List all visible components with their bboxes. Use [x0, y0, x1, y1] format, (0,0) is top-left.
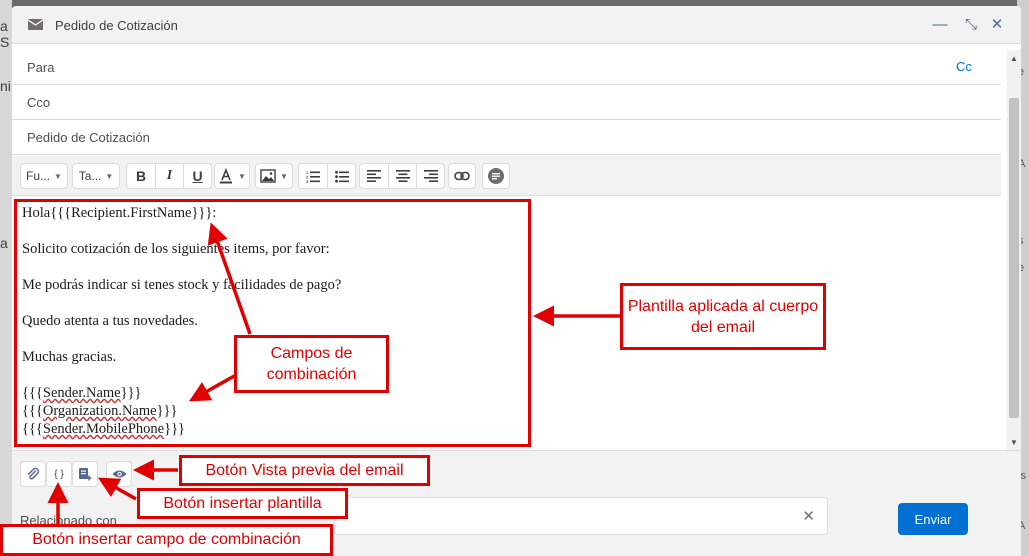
subject-value: Pedido de Cotización [27, 130, 150, 145]
chevron-down-icon: ▼ [238, 171, 246, 181]
align-center-icon [395, 170, 410, 182]
annotation-preview-button: Botón Vista previa del email [179, 455, 430, 486]
insert-merge-field-button[interactable]: { } [46, 461, 72, 487]
attach-file-button[interactable] [20, 461, 46, 487]
chevron-down-icon: ▼ [54, 171, 62, 181]
composer-header: Pedido de Cotización — ⤡ ✕ [12, 6, 1021, 44]
underline-button[interactable]: U [183, 164, 211, 188]
send-button[interactable]: Enviar [898, 503, 968, 535]
insert-image-button[interactable]: ▼ [255, 163, 293, 189]
font-size-label: Ta... [78, 169, 102, 183]
align-right-icon [423, 170, 438, 182]
text-color-icon [220, 168, 233, 184]
minimize-icon[interactable]: — [931, 16, 949, 34]
preview-email-button[interactable] [106, 461, 132, 487]
bcc-field[interactable]: Cco [12, 85, 1001, 120]
scroll-down-icon[interactable]: ▼ [1010, 438, 1018, 447]
font-family-label: Fu... [26, 169, 51, 183]
numbered-list-icon: 1 2 3 [306, 170, 320, 183]
paperclip-icon [27, 467, 40, 480]
cc-link[interactable]: Cc [956, 59, 972, 74]
insert-template-button[interactable] [72, 461, 98, 487]
window-title: Pedido de Cotización [55, 18, 178, 33]
align-center-button[interactable] [388, 164, 416, 188]
expand-icon[interactable]: ⤡ [962, 16, 980, 34]
font-size-select[interactable]: Ta... ▼ [72, 163, 120, 189]
bullet-list-icon [334, 170, 349, 183]
annotation-insert-merge-field: Botón insertar campo de combinación [0, 524, 333, 556]
svg-text:3: 3 [306, 179, 309, 183]
to-field[interactable]: Para Cc [12, 50, 1001, 85]
mail-icon [28, 19, 43, 30]
eye-icon [112, 470, 126, 478]
merge-field-icon: { } [54, 468, 64, 480]
italic-button[interactable]: I [155, 164, 183, 188]
composer-scrollbar[interactable]: ▲ ▼ [1007, 50, 1021, 452]
template-icon [79, 468, 92, 481]
image-icon [260, 169, 276, 183]
bold-button[interactable]: B [127, 164, 155, 188]
chevron-down-icon: ▼ [105, 171, 114, 181]
text-color-button[interactable]: ▼ [214, 163, 250, 189]
background-app-left: a S ni a [0, 0, 12, 556]
quote-button[interactable] [482, 163, 510, 189]
text-format-group: B I U [126, 163, 212, 189]
insert-link-button[interactable] [448, 163, 476, 189]
annotation-insert-template: Botón insertar plantilla [137, 488, 348, 519]
close-icon[interactable]: ✕ [988, 16, 1006, 34]
background-fragment: ni [0, 78, 11, 94]
chevron-down-icon: ▼ [280, 171, 288, 181]
quote-icon [488, 168, 504, 184]
font-family-select[interactable]: Fu... ▼ [20, 163, 68, 189]
rich-text-toolbar: Fu... ▼ Ta... ▼ B I U ▼ ▼ 1 2 3 [12, 156, 1001, 196]
numbered-list-button[interactable]: 1 2 3 [299, 164, 327, 188]
list-group: 1 2 3 [298, 163, 356, 189]
scroll-up-icon[interactable]: ▲ [1010, 54, 1018, 63]
to-label: Para [27, 60, 55, 75]
scrollbar-thumb[interactable] [1009, 98, 1019, 418]
bullet-list-button[interactable] [327, 164, 355, 188]
align-left-button[interactable] [360, 164, 388, 188]
background-fragment: a [0, 235, 8, 251]
subject-field[interactable]: Pedido de Cotización [12, 120, 1001, 155]
bcc-label: Cco [27, 95, 51, 110]
link-icon [454, 171, 470, 181]
related-to-input[interactable]: ✕ [334, 497, 828, 535]
align-left-icon [367, 170, 381, 182]
align-right-button[interactable] [416, 164, 444, 188]
alignment-group [359, 163, 445, 189]
background-fragment: a S [0, 18, 10, 50]
clear-icon[interactable]: ✕ [802, 507, 815, 525]
annotation-template-applied: Plantilla aplicada al cuerpo del email [620, 283, 826, 350]
body-highlight-box [14, 199, 531, 447]
annotation-merge-fields: Campos de combinación [234, 335, 389, 393]
